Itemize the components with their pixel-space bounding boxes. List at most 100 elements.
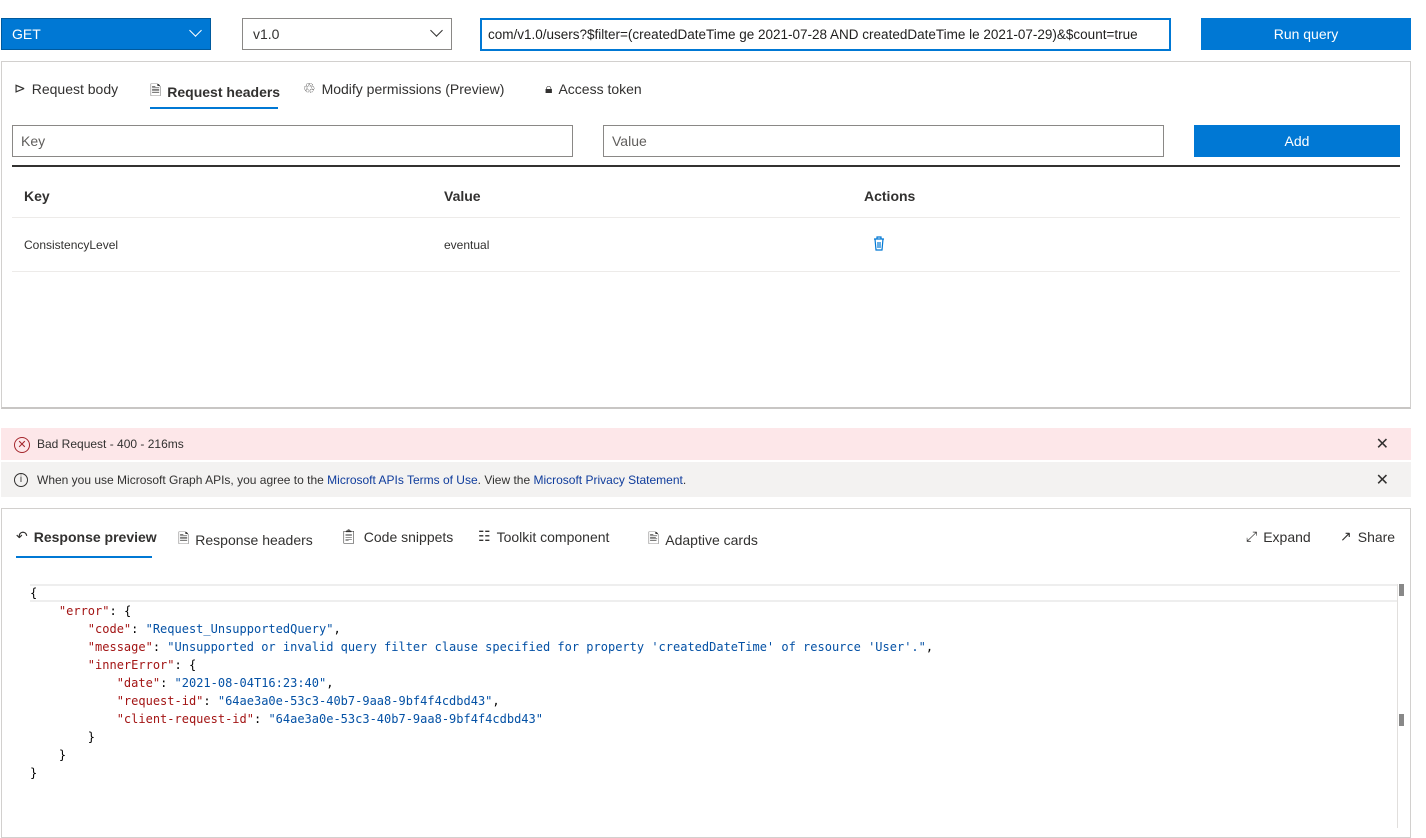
chevron-down-icon: [430, 24, 443, 37]
tab-modify-permissions[interactable]: ♲ Modify permissions (Preview): [303, 80, 504, 97]
tab-label: Toolkit component: [496, 528, 610, 545]
code-icon: 📋︎: [340, 528, 358, 544]
tab-code-snippets[interactable]: 📋︎ Code snippets: [340, 528, 453, 545]
json-key: "client-request-id": [116, 712, 254, 726]
json-key: "date": [116, 676, 161, 690]
code-line: "code": "Request_UnsupportedQuery",: [30, 620, 933, 638]
notice-prefix: When you use Microsoft Graph APIs, you a…: [37, 473, 328, 487]
tab-response-headers[interactable]: 🗎 Response headers: [178, 528, 313, 552]
undo-icon: ↶: [16, 528, 28, 544]
scrollbar-marker: [1399, 714, 1404, 726]
code-line: "client-request-id": "64ae3a0e-53c3-40b7…: [30, 710, 933, 728]
code-line: "innerError": {: [30, 656, 933, 674]
json-punct: }: [30, 766, 38, 780]
delete-icon[interactable]: [873, 236, 885, 251]
terms-link[interactable]: Microsoft APIs Terms of Use: [327, 473, 478, 487]
code-line: "request-id": "64ae3a0e-53c3-40b7-9aa8-9…: [30, 692, 933, 710]
json-punct: {: [30, 586, 38, 600]
json-punct: ,: [333, 622, 341, 636]
tab-request-headers[interactable]: 🗎 Request headers: [150, 80, 280, 104]
response-json: { "error": { "code": "Request_Unsupporte…: [30, 584, 933, 782]
expand-button[interactable]: ⤢ Expand: [1246, 528, 1311, 545]
json-key: "innerError": [87, 658, 175, 672]
version-value: v1.0: [253, 26, 280, 42]
send-icon: ⊳: [14, 80, 26, 96]
notice-text: When you use Microsoft Graph APIs, you a…: [37, 473, 686, 487]
json-value: "Request_UnsupportedQuery": [145, 622, 334, 636]
tab-label: Adaptive cards: [665, 532, 758, 548]
toolkit-icon: ☷: [478, 528, 491, 544]
tab-label: Request headers: [167, 84, 281, 100]
tab-toolkit-component[interactable]: ☷ Toolkit component: [478, 528, 609, 545]
json-key: "code": [87, 622, 132, 636]
divider: [12, 165, 1400, 167]
header-value-input[interactable]: [603, 125, 1164, 157]
permissions-icon: ♲: [303, 80, 316, 96]
tab-label: Access token: [558, 80, 642, 97]
tab-adaptive-cards[interactable]: 🖹︎ Adaptive cards: [648, 528, 758, 552]
lock-icon: 🔒︎: [545, 80, 553, 96]
column-header-key: Key: [24, 188, 50, 204]
version-select[interactable]: v1.0: [242, 18, 452, 50]
json-punct: {: [188, 658, 197, 672]
close-icon[interactable]: ✕: [1376, 434, 1389, 454]
code-line: "error": {: [30, 602, 933, 620]
expand-icon: ⤢: [1246, 528, 1258, 544]
document-icon: 🗎: [150, 82, 162, 98]
json-punct: ,: [492, 694, 500, 708]
chevron-down-icon: [189, 24, 202, 37]
tab-label: Response preview: [33, 528, 157, 545]
header-value-cell: eventual: [444, 238, 490, 252]
code-line: {: [30, 584, 933, 602]
json-colon: :: [174, 658, 189, 672]
share-button[interactable]: ↗ Share: [1340, 528, 1395, 545]
code-line: }: [30, 764, 933, 782]
scrollbar-thumb[interactable]: [1399, 584, 1404, 596]
header-key-input[interactable]: [12, 125, 573, 157]
tab-label: Code snippets: [363, 528, 454, 545]
json-colon: :: [152, 640, 168, 654]
share-label: Share: [1357, 528, 1396, 545]
column-header-actions: Actions: [864, 188, 916, 204]
divider: [12, 217, 1400, 218]
json-key: "error": [58, 604, 110, 618]
status-bar: ✕ Bad Request - 400 - 216ms ✕: [1, 428, 1411, 460]
json-punct: ,: [326, 676, 334, 690]
expand-label: Expand: [1263, 528, 1311, 545]
code-line: }: [30, 746, 933, 764]
method-value: GET: [12, 26, 41, 42]
json-colon: :: [160, 676, 175, 690]
column-header-value: Value: [444, 188, 481, 204]
request-panel: [1, 61, 1411, 409]
tab-access-token[interactable]: 🔒︎ Access token: [545, 80, 642, 97]
json-value: "64ae3a0e-53c3-40b7-9aa8-9bf4f4cdbd43": [217, 694, 493, 708]
run-query-button[interactable]: Run query: [1201, 18, 1411, 50]
method-select[interactable]: GET: [1, 18, 211, 50]
add-header-button[interactable]: Add: [1194, 125, 1400, 157]
editor-scrollbar[interactable]: [1397, 584, 1405, 828]
share-icon: ↗: [1340, 528, 1352, 544]
json-value: "64ae3a0e-53c3-40b7-9aa8-9bf4f4cdbd43": [268, 712, 543, 726]
divider: [12, 271, 1400, 272]
json-key: "request-id": [116, 694, 204, 708]
code-line: "message": "Unsupported or invalid query…: [30, 638, 933, 656]
tab-response-preview[interactable]: ↶ Response preview: [16, 528, 157, 545]
card-icon: 🖹︎: [648, 530, 660, 546]
json-colon: :: [109, 604, 124, 618]
url-input[interactable]: [480, 18, 1171, 51]
close-icon[interactable]: ✕: [1376, 470, 1389, 490]
info-icon: i: [14, 473, 28, 487]
privacy-link[interactable]: Microsoft Privacy Statement: [533, 473, 682, 487]
active-tab-underline: [150, 107, 278, 109]
tab-request-body[interactable]: ⊳ Request body: [14, 80, 118, 97]
json-punct: }: [87, 730, 96, 744]
notice-bar: i When you use Microsoft Graph APIs, you…: [1, 462, 1411, 497]
document-icon: 🗎: [178, 530, 190, 546]
